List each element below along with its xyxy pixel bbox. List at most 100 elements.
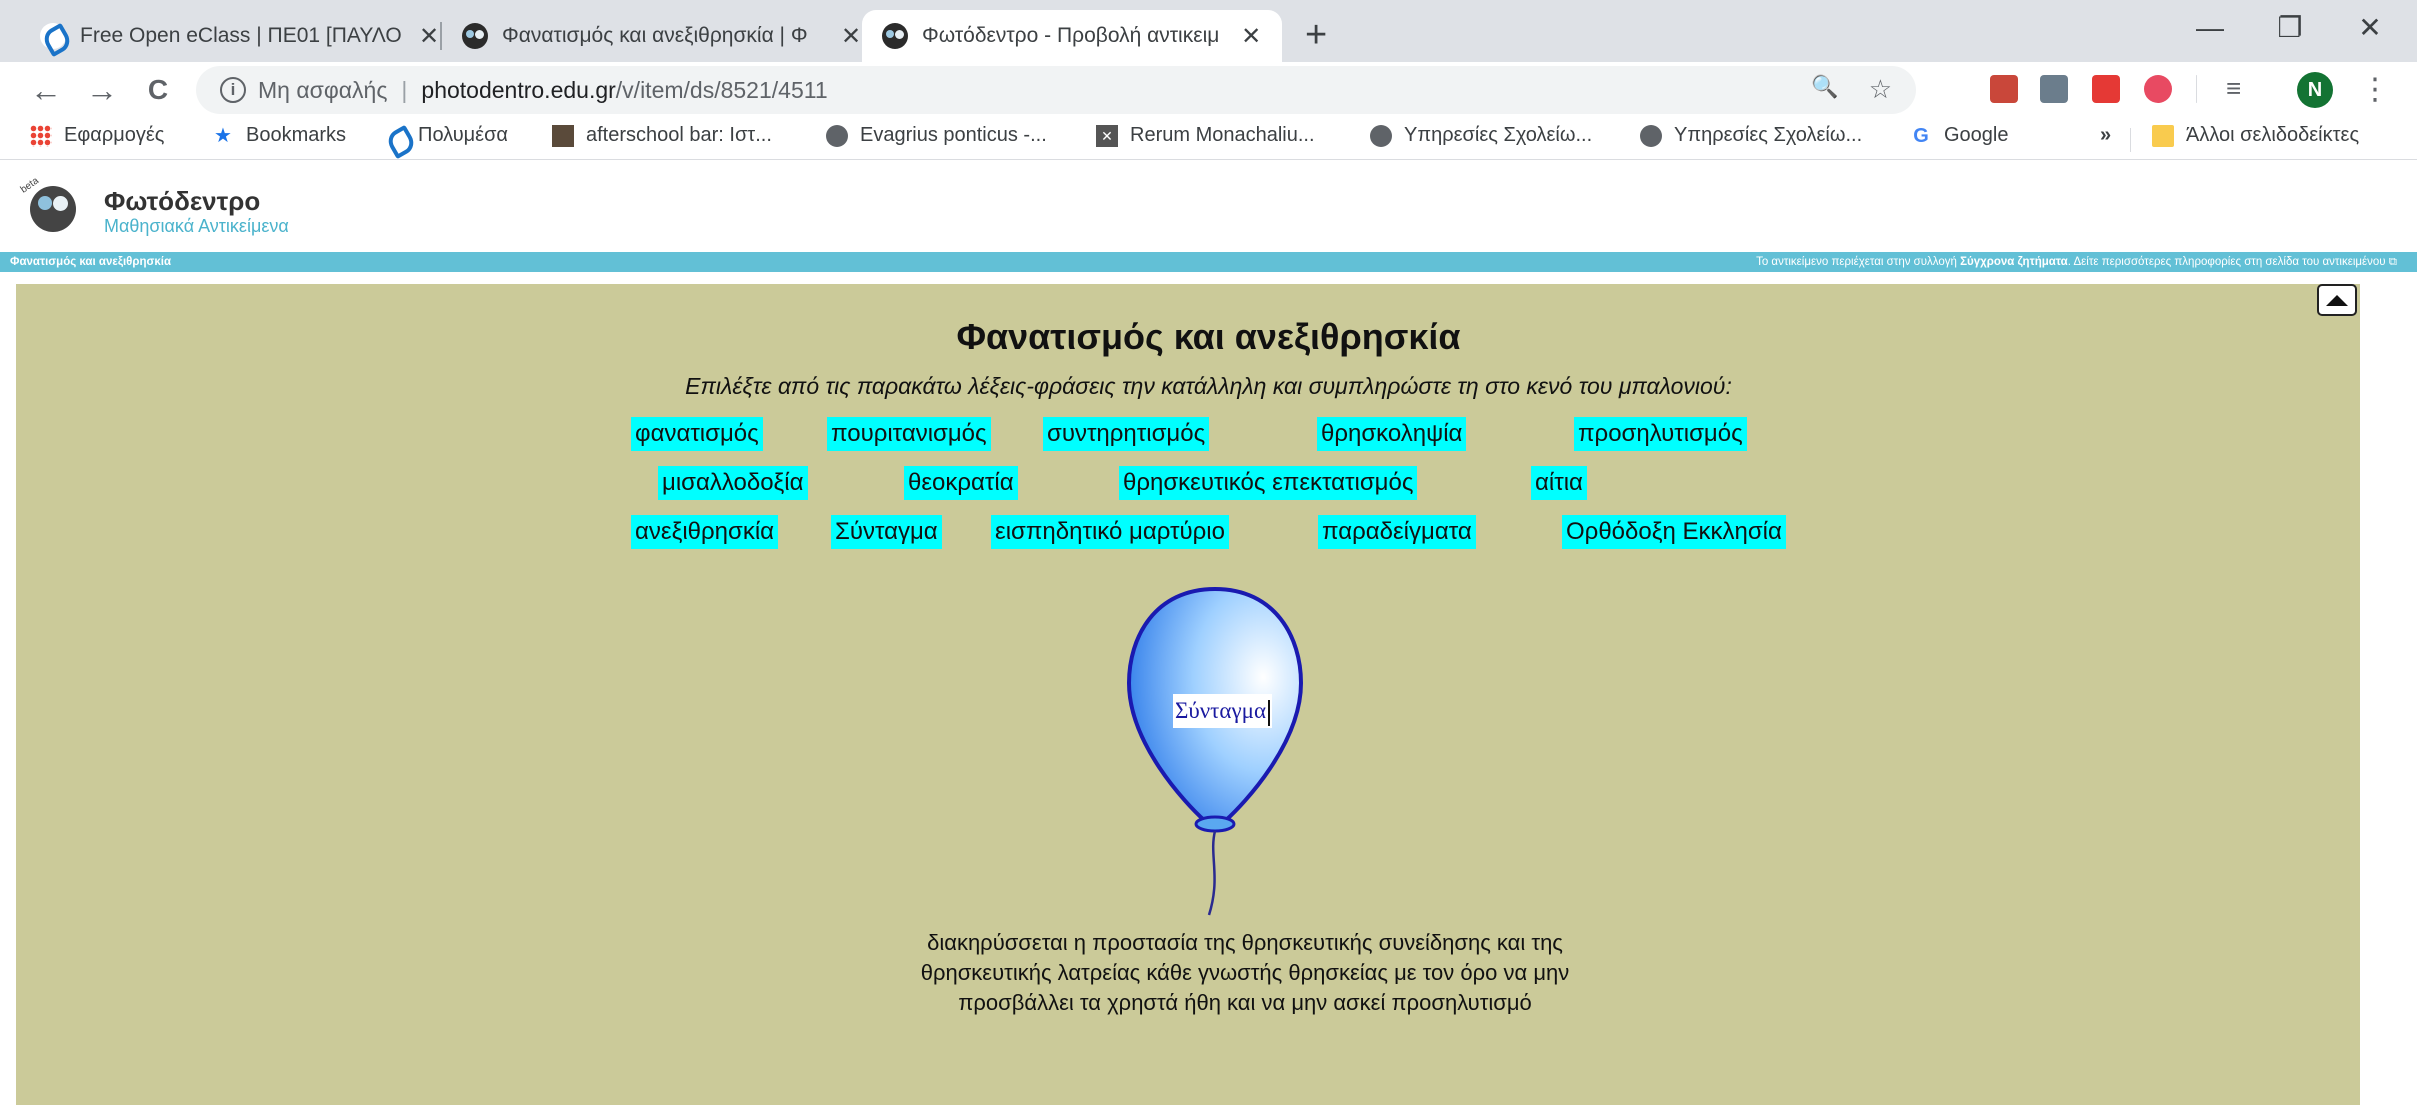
word-option[interactable]: εισπηδητικό μαρτύριο <box>991 515 1229 549</box>
window-close-button[interactable]: ✕ <box>2340 8 2400 48</box>
tab-title: Φωτόδεντρο - Προβολή αντικειμ <box>922 24 1220 47</box>
reading-list-icon[interactable]: ≡ <box>2226 74 2254 102</box>
word-option[interactable]: θρησκευτικός επεκτατισμός <box>1119 466 1418 500</box>
globe-icon <box>826 124 848 147</box>
bookmark-star-icon[interactable]: ☆ <box>1869 74 1892 105</box>
bookmark-bookmarks[interactable]: ★ Bookmarks <box>212 124 346 147</box>
bookmark-label: Bookmarks <box>246 124 347 146</box>
collection-prefix: Το αντικείμενο περιέχεται στην συλλογή <box>1756 256 1961 268</box>
tab-title: Φανατισμός και ανεξιθρησκία | Φ <box>502 24 808 47</box>
bookmark-label: Εφαρμογές <box>64 124 165 146</box>
bookmark-label: Πολυμέσα <box>418 124 508 146</box>
profile-avatar[interactable]: N <box>2297 72 2333 108</box>
close-icon[interactable]: ✕ <box>416 22 442 51</box>
photodentro-logo-icon[interactable]: beta <box>19 175 84 232</box>
balloon-icon <box>1126 586 1304 916</box>
zoom-icon[interactable]: 🔍 <box>1811 74 1838 105</box>
bookmark-multimedia[interactable]: Πολυμέσα <box>384 124 508 147</box>
google-icon: G <box>1913 124 1929 147</box>
image-icon <box>552 124 574 147</box>
word-option[interactable]: παραδείγματα <box>1318 515 1476 549</box>
bookmark-label: Υπηρεσίες Σχολείω... <box>1404 124 1593 146</box>
puzzle-icon: ✕ <box>1096 124 1118 147</box>
toolbar-divider <box>2196 75 2197 103</box>
bookmark-afterschool[interactable]: afterschool bar: Ιστ... <box>552 124 772 147</box>
browser-toolbar: ← → C i Μη ασφαλής | photodentro.edu.gr … <box>0 62 2417 118</box>
pdf-extension-icon[interactable] <box>1990 75 2018 103</box>
bookmark-school-services-2[interactable]: Υπηρεσίες Σχολείω... <box>1640 124 1862 147</box>
bookmarks-bar: Εφαρμογές ★ Bookmarks Πολυμέσα afterscho… <box>0 118 2417 160</box>
bookmark-extension-icon[interactable] <box>2092 75 2120 103</box>
word-option[interactable]: προσηλυτισμός <box>1574 417 1747 451</box>
site-header: beta Φωτόδεντρο Μαθησιακά Αντικείμενα <box>0 160 2417 252</box>
folder-icon <box>2152 124 2174 147</box>
address-divider: | <box>401 76 408 103</box>
collapse-up-button[interactable] <box>2317 284 2357 316</box>
word-option[interactable]: πουριτανισμός <box>827 417 991 451</box>
eclass-icon <box>384 124 406 147</box>
bookmarks-divider <box>2130 128 2131 152</box>
bookmark-apps[interactable]: Εφαρμογές <box>30 124 164 147</box>
word-option[interactable]: θρησκοληψία <box>1317 417 1467 451</box>
url-host: photodentro.edu.gr <box>421 76 616 103</box>
definition-line: θρησκευτικής λατρείας κάθε γνωστής θρησκ… <box>920 960 1570 985</box>
info-icon[interactable]: i <box>220 77 246 103</box>
globe-icon <box>1370 124 1392 147</box>
close-icon[interactable]: ✕ <box>1238 22 1264 51</box>
object-info-bar: Φανατισμός και ανεξιθρησκία Το αντικείμε… <box>0 252 2417 272</box>
bookmark-label: Evagrius ponticus -... <box>860 124 1047 146</box>
word-option[interactable]: Σύνταγμα <box>831 515 942 549</box>
reload-button[interactable]: C <box>138 70 178 110</box>
cast-extension-icon[interactable] <box>2040 75 2068 103</box>
word-option[interactable]: θεοκρατία <box>904 466 1018 500</box>
close-icon[interactable]: ✕ <box>838 22 864 51</box>
word-option[interactable]: μισαλλοδοξία <box>658 466 808 500</box>
word-option[interactable]: συντηρητισμός <box>1043 417 1210 451</box>
tab-title: Free Open eClass | ΠΕ01 [ΠΑΥΛΟ <box>80 24 402 47</box>
eclass-icon <box>40 23 66 49</box>
word-option[interactable]: φανατισμός <box>631 417 763 451</box>
bookmark-label: Υπηρεσίες Σχολείω... <box>1674 124 1863 146</box>
balloon-answer-field[interactable]: Σύνταγμα <box>1173 694 1273 728</box>
definition-text: διακηρύσσεται η προστασία της θρησκευτικ… <box>850 928 1640 1018</box>
back-button[interactable]: ← <box>26 70 66 110</box>
shield-extension-icon[interactable] <box>2144 75 2172 103</box>
bookmarks-overflow-button[interactable]: » <box>2100 124 2111 147</box>
word-option[interactable]: αίτια <box>1531 466 1587 500</box>
bookmark-school-services-1[interactable]: Υπηρεσίες Σχολείω... <box>1370 124 1592 147</box>
address-bar[interactable]: i Μη ασφαλής | photodentro.edu.gr /v/ite… <box>196 66 1916 114</box>
maximize-button[interactable]: ❐ <box>2260 8 2320 48</box>
word-option[interactable]: Ορθόδοξη Εκκλησία <box>1562 515 1786 549</box>
menu-icon[interactable]: ⋮ <box>2360 70 2390 110</box>
bookmark-evagrius[interactable]: Evagrius ponticus -... <box>826 124 1047 147</box>
activity-instructions: Επιλέξτε από τις παρακάτω λέξεις-φράσεις… <box>685 373 1732 399</box>
bookmark-label: afterschool bar: Ιστ... <box>586 124 772 146</box>
definition-line: διακηρύσσεται η προστασία της θρησκευτικ… <box>927 930 1563 955</box>
bookmark-rerum[interactable]: ✕ Rerum Monachaliu... <box>1096 124 1315 147</box>
activity-title: Φανατισμός και ανεξιθρησκία <box>956 316 1461 357</box>
security-label: Μη ασφαλής <box>258 76 388 103</box>
tab-activity[interactable]: Φανατισμός και ανεξιθρησκία | Φ ✕ <box>442 10 882 62</box>
tab-eclass[interactable]: Free Open eClass | ΠΕ01 [ΠΑΥΛΟ ✕ <box>20 10 460 62</box>
bookmark-label: Rerum Monachaliu... <box>1130 124 1315 146</box>
globe-icon <box>1640 124 1662 147</box>
external-link-icon[interactable]: ⧉ <box>2389 256 2397 268</box>
url-path: /v/item/ds/8521/4511 <box>615 76 828 103</box>
object-page-link[interactable]: . Δείτε περισσότερες πληροφορίες στη σελ… <box>2068 256 2386 268</box>
forward-button[interactable]: → <box>82 70 122 110</box>
minimize-button[interactable]: — <box>2180 8 2240 48</box>
collection-link[interactable]: Σύγχρονα ζητήματα <box>1960 256 2068 268</box>
definition-line: προσβάλλει τα χρηστά ήθη και να μην ασκε… <box>958 990 1532 1015</box>
new-tab-button[interactable]: + <box>1305 16 1327 54</box>
tab-photodentro-active[interactable]: Φωτόδεντρο - Προβολή αντικειμ ✕ <box>862 10 1282 62</box>
star-icon: ★ <box>214 124 232 147</box>
object-title: Φανατισμός και ανεξιθρησκία <box>10 256 172 268</box>
site-subtitle: Μαθησιακά Αντικείμενα <box>104 216 289 236</box>
bookmark-label: Άλλοι σελιδοδείκτες <box>2186 124 2360 146</box>
word-option[interactable]: ανεξιθρησκία <box>631 515 779 549</box>
bookmark-google[interactable]: G Google <box>1910 124 2009 147</box>
site-name[interactable]: Φωτόδεντρο <box>104 186 260 217</box>
apps-icon <box>30 124 52 147</box>
bookmark-label: Google <box>1944 124 2009 146</box>
bookmark-other[interactable]: Άλλοι σελιδοδείκτες <box>2152 124 2359 147</box>
